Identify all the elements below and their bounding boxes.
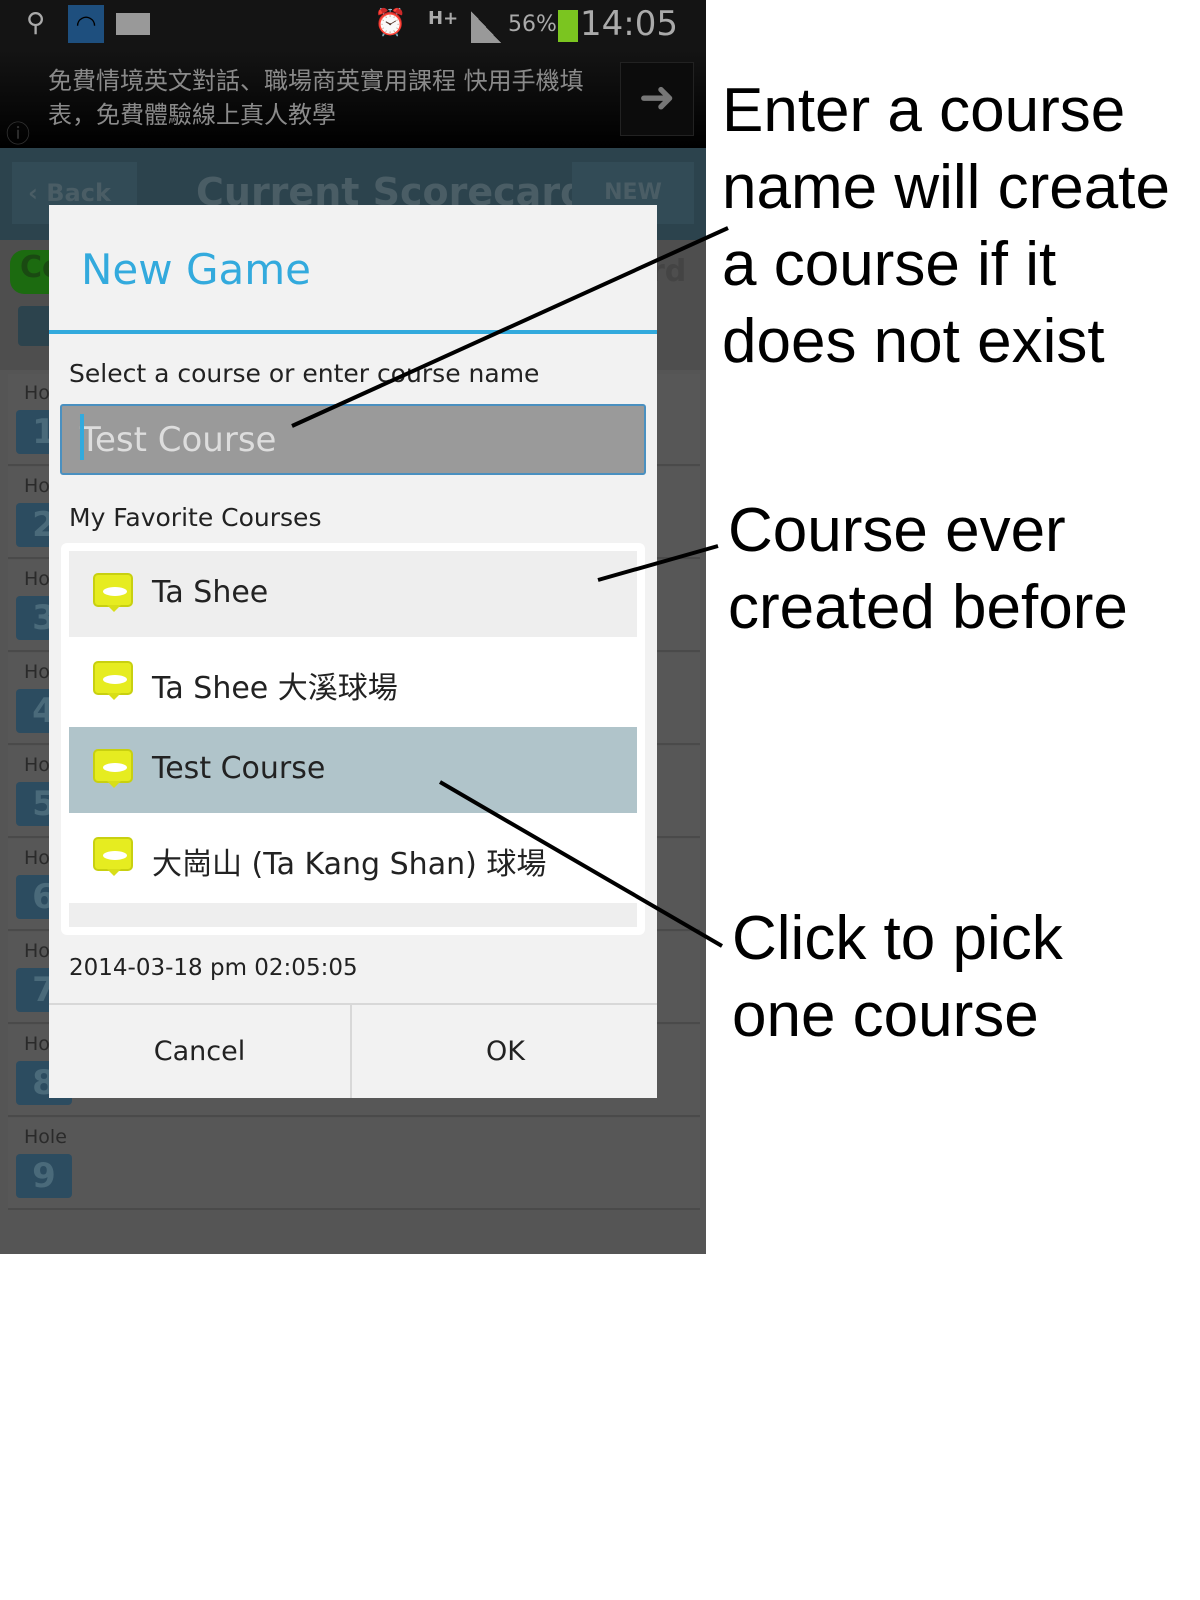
pointer-line-ever [597,544,719,582]
pointer-line-enter [291,226,729,428]
annotation-lines [291,226,729,948]
pointer-line-click [438,780,724,948]
